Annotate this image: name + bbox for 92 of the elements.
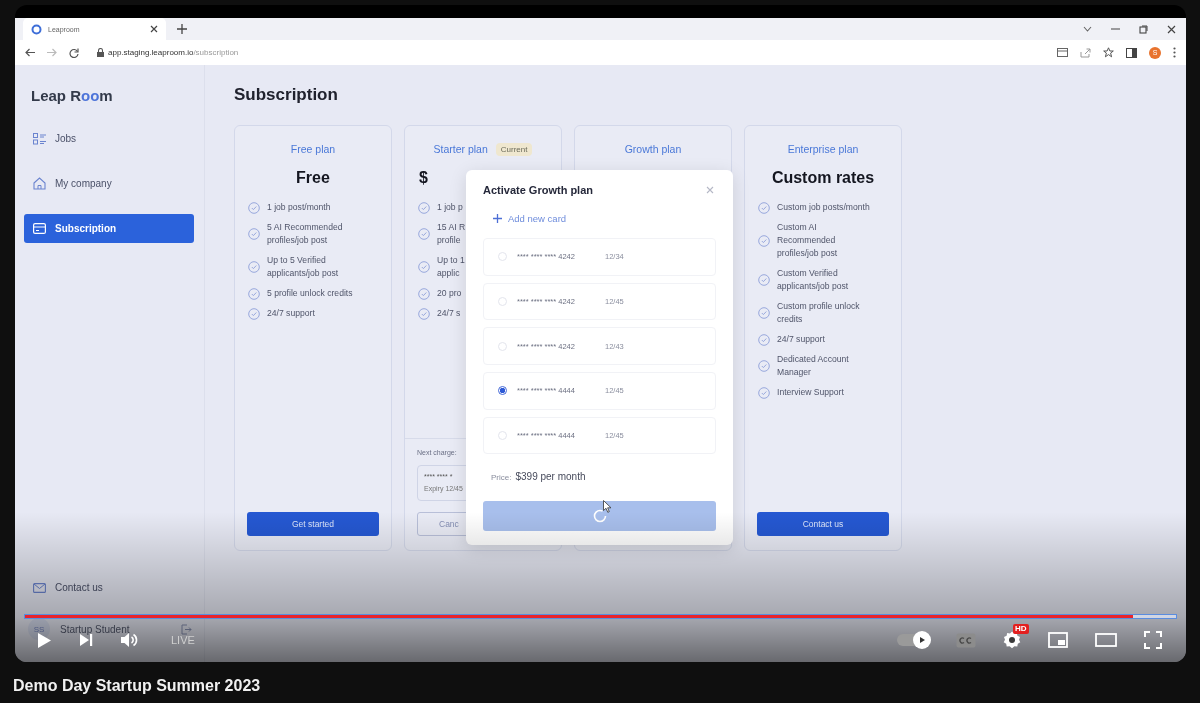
- play-icon[interactable]: [37, 631, 52, 649]
- check-circle-icon: [758, 386, 770, 399]
- check-circle-icon: [758, 360, 770, 372]
- plan-name: Growth plan: [624, 143, 682, 155]
- autoplay-toggle[interactable]: [897, 634, 929, 646]
- user-name: Startup Student: [60, 623, 130, 635]
- ring-icon: [31, 23, 42, 35]
- feature-text: 15 AI R profile: [437, 221, 466, 247]
- feature-text: Up to 5 Verified applicants/job post: [267, 254, 339, 280]
- window-icon[interactable]: [1057, 48, 1068, 57]
- star-icon[interactable]: [1103, 47, 1114, 58]
- feature-text: Custom profile unlock credits: [777, 300, 860, 326]
- price-value: $399 per month: [515, 471, 586, 483]
- check-circle-icon: [418, 228, 430, 240]
- play-icon: [918, 636, 926, 644]
- plan-name: Starter plan: [433, 143, 488, 155]
- check-circle-icon: [248, 228, 260, 240]
- video-title: Demo Day Startup Summer 2023: [13, 677, 262, 695]
- menu-icon[interactable]: [1173, 47, 1176, 58]
- feature-text: Custom job posts/month: [777, 201, 870, 214]
- plan-price: $: [418, 169, 429, 187]
- page-title: Subscription: [234, 85, 339, 105]
- home-icon: [33, 177, 46, 190]
- feature-text: Up to 1 applic: [437, 254, 465, 280]
- volume-icon[interactable]: [120, 632, 138, 648]
- card-icon: [33, 223, 46, 234]
- logout-icon[interactable]: [181, 623, 192, 635]
- fullscreen-icon[interactable]: [1144, 631, 1162, 649]
- miniplayer-icon[interactable]: [1048, 632, 1068, 648]
- check-circle-icon: [418, 307, 430, 320]
- feature-text: 20 pro: [437, 287, 462, 300]
- check-circle-icon: [758, 201, 770, 214]
- feature-text: 5 profile unlock credits: [267, 287, 353, 300]
- feature-text: 1 job p: [437, 201, 463, 214]
- check-circle-icon: [758, 307, 770, 319]
- back-icon[interactable]: [25, 48, 35, 57]
- progress-bar[interactable]: [24, 614, 1177, 619]
- settings-icon[interactable]: [1003, 631, 1021, 649]
- feature-text: Interview Support: [777, 386, 844, 399]
- check-circle-icon: [758, 234, 770, 247]
- restore-icon[interactable]: [1139, 24, 1148, 34]
- close-icon[interactable]: [1167, 24, 1176, 34]
- radio-button[interactable]: [498, 386, 507, 396]
- quality-badge: HD: [1013, 624, 1029, 634]
- plan-name: Enterprise plan: [787, 143, 859, 155]
- check-circle-icon: [248, 201, 260, 214]
- feature-text: Custom Verified applicants/job post: [777, 267, 849, 293]
- dialog-title: Activate Growth plan: [483, 184, 594, 196]
- plus-icon: [493, 214, 502, 223]
- live-label: LIVE: [171, 634, 195, 646]
- check-circle-icon: [248, 287, 260, 300]
- feature-text: 24/7 support: [777, 333, 825, 346]
- plan-price: Free: [295, 169, 331, 187]
- address-field[interactable]: app.staging.leaproom.io/subscription: [97, 48, 239, 57]
- theater-mode-icon[interactable]: [1095, 633, 1117, 647]
- nav-item[interactable]: Contact us: [24, 573, 194, 602]
- next-icon[interactable]: [79, 633, 93, 647]
- feature-text: 24/7 s: [437, 307, 461, 320]
- check-circle-icon: [758, 274, 770, 286]
- plan-name: Free plan: [290, 143, 336, 155]
- list-icon: [33, 132, 46, 145]
- price-label: Price:: [491, 473, 512, 483]
- nav-item[interactable]: Subscription: [24, 214, 194, 243]
- nav-item[interactable]: My company: [24, 169, 194, 198]
- share-icon[interactable]: [1080, 47, 1091, 58]
- check-circle-icon: [758, 333, 770, 346]
- check-circle-icon: [418, 261, 430, 273]
- check-circle-icon: [248, 307, 260, 320]
- feature-text: Dedicated Account Manager: [777, 353, 849, 379]
- status-badge: Current: [495, 142, 533, 156]
- feature-text: 5 AI Recommended profiles/job post: [267, 221, 343, 247]
- check-circle-icon: [248, 261, 260, 273]
- plan-button[interactable]: Contact us: [757, 512, 889, 536]
- close-icon[interactable]: [150, 25, 158, 33]
- mail-icon: [33, 582, 46, 593]
- feature-text: Custom AI Recommended profiles/job post: [777, 221, 838, 260]
- add-card-link[interactable]: Add new card: [493, 213, 716, 224]
- plan-button[interactable]: Get started: [247, 512, 379, 536]
- cursor-icon: [603, 500, 612, 513]
- side-panel-icon[interactable]: [1126, 47, 1137, 58]
- logo-text: Leap Room: [31, 87, 114, 104]
- nav-item[interactable]: Jobs: [24, 124, 194, 153]
- check-circle-icon: [418, 201, 430, 214]
- chevron-down-icon[interactable]: [1083, 26, 1092, 32]
- feature-text: 24/7 support: [267, 307, 315, 320]
- lock-icon: [97, 48, 104, 57]
- plan-price: Custom rates: [770, 169, 876, 187]
- spinner-icon: [592, 509, 607, 524]
- reload-icon[interactable]: [69, 47, 79, 58]
- feature-text: 1 job post/month: [267, 201, 331, 214]
- new-tab-icon[interactable]: [177, 24, 187, 34]
- check-circle-icon: [418, 287, 430, 300]
